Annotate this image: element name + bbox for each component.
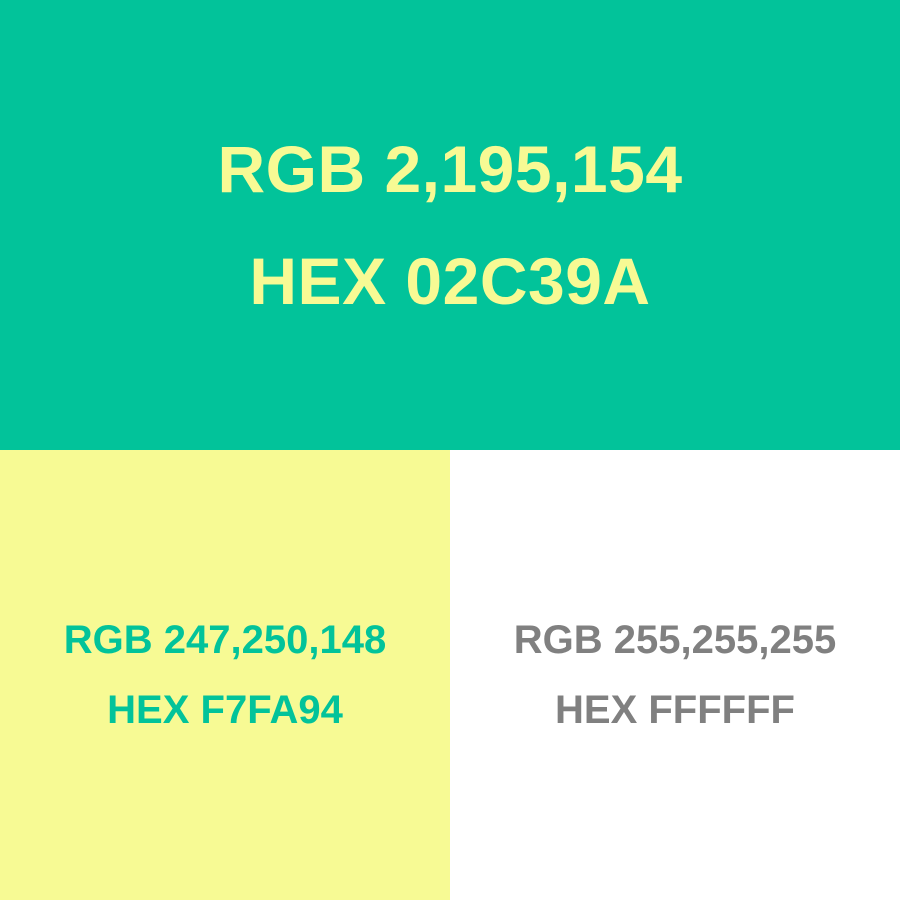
swatch-tertiary-rgb-label: RGB 255,255,255: [513, 618, 837, 662]
swatch-primary-hex-label: HEX 02C39A: [249, 244, 651, 318]
swatch-tertiary-hex-label: HEX FFFFFF: [555, 688, 795, 732]
swatch-secondary-hex-label: HEX F7FA94: [107, 688, 343, 732]
swatch-primary-rgb-label: RGB 2,195,154: [217, 132, 683, 206]
swatch-tertiary: RGB 255,255,255 HEX FFFFFF: [450, 450, 900, 900]
swatch-primary: RGB 2,195,154 HEX 02C39A: [0, 0, 900, 450]
swatch-secondary: RGB 247,250,148 HEX F7FA94: [0, 450, 450, 900]
swatch-secondary-rgb-label: RGB 247,250,148: [63, 618, 387, 662]
color-palette: RGB 2,195,154 HEX 02C39A RGB 247,250,148…: [0, 0, 900, 900]
